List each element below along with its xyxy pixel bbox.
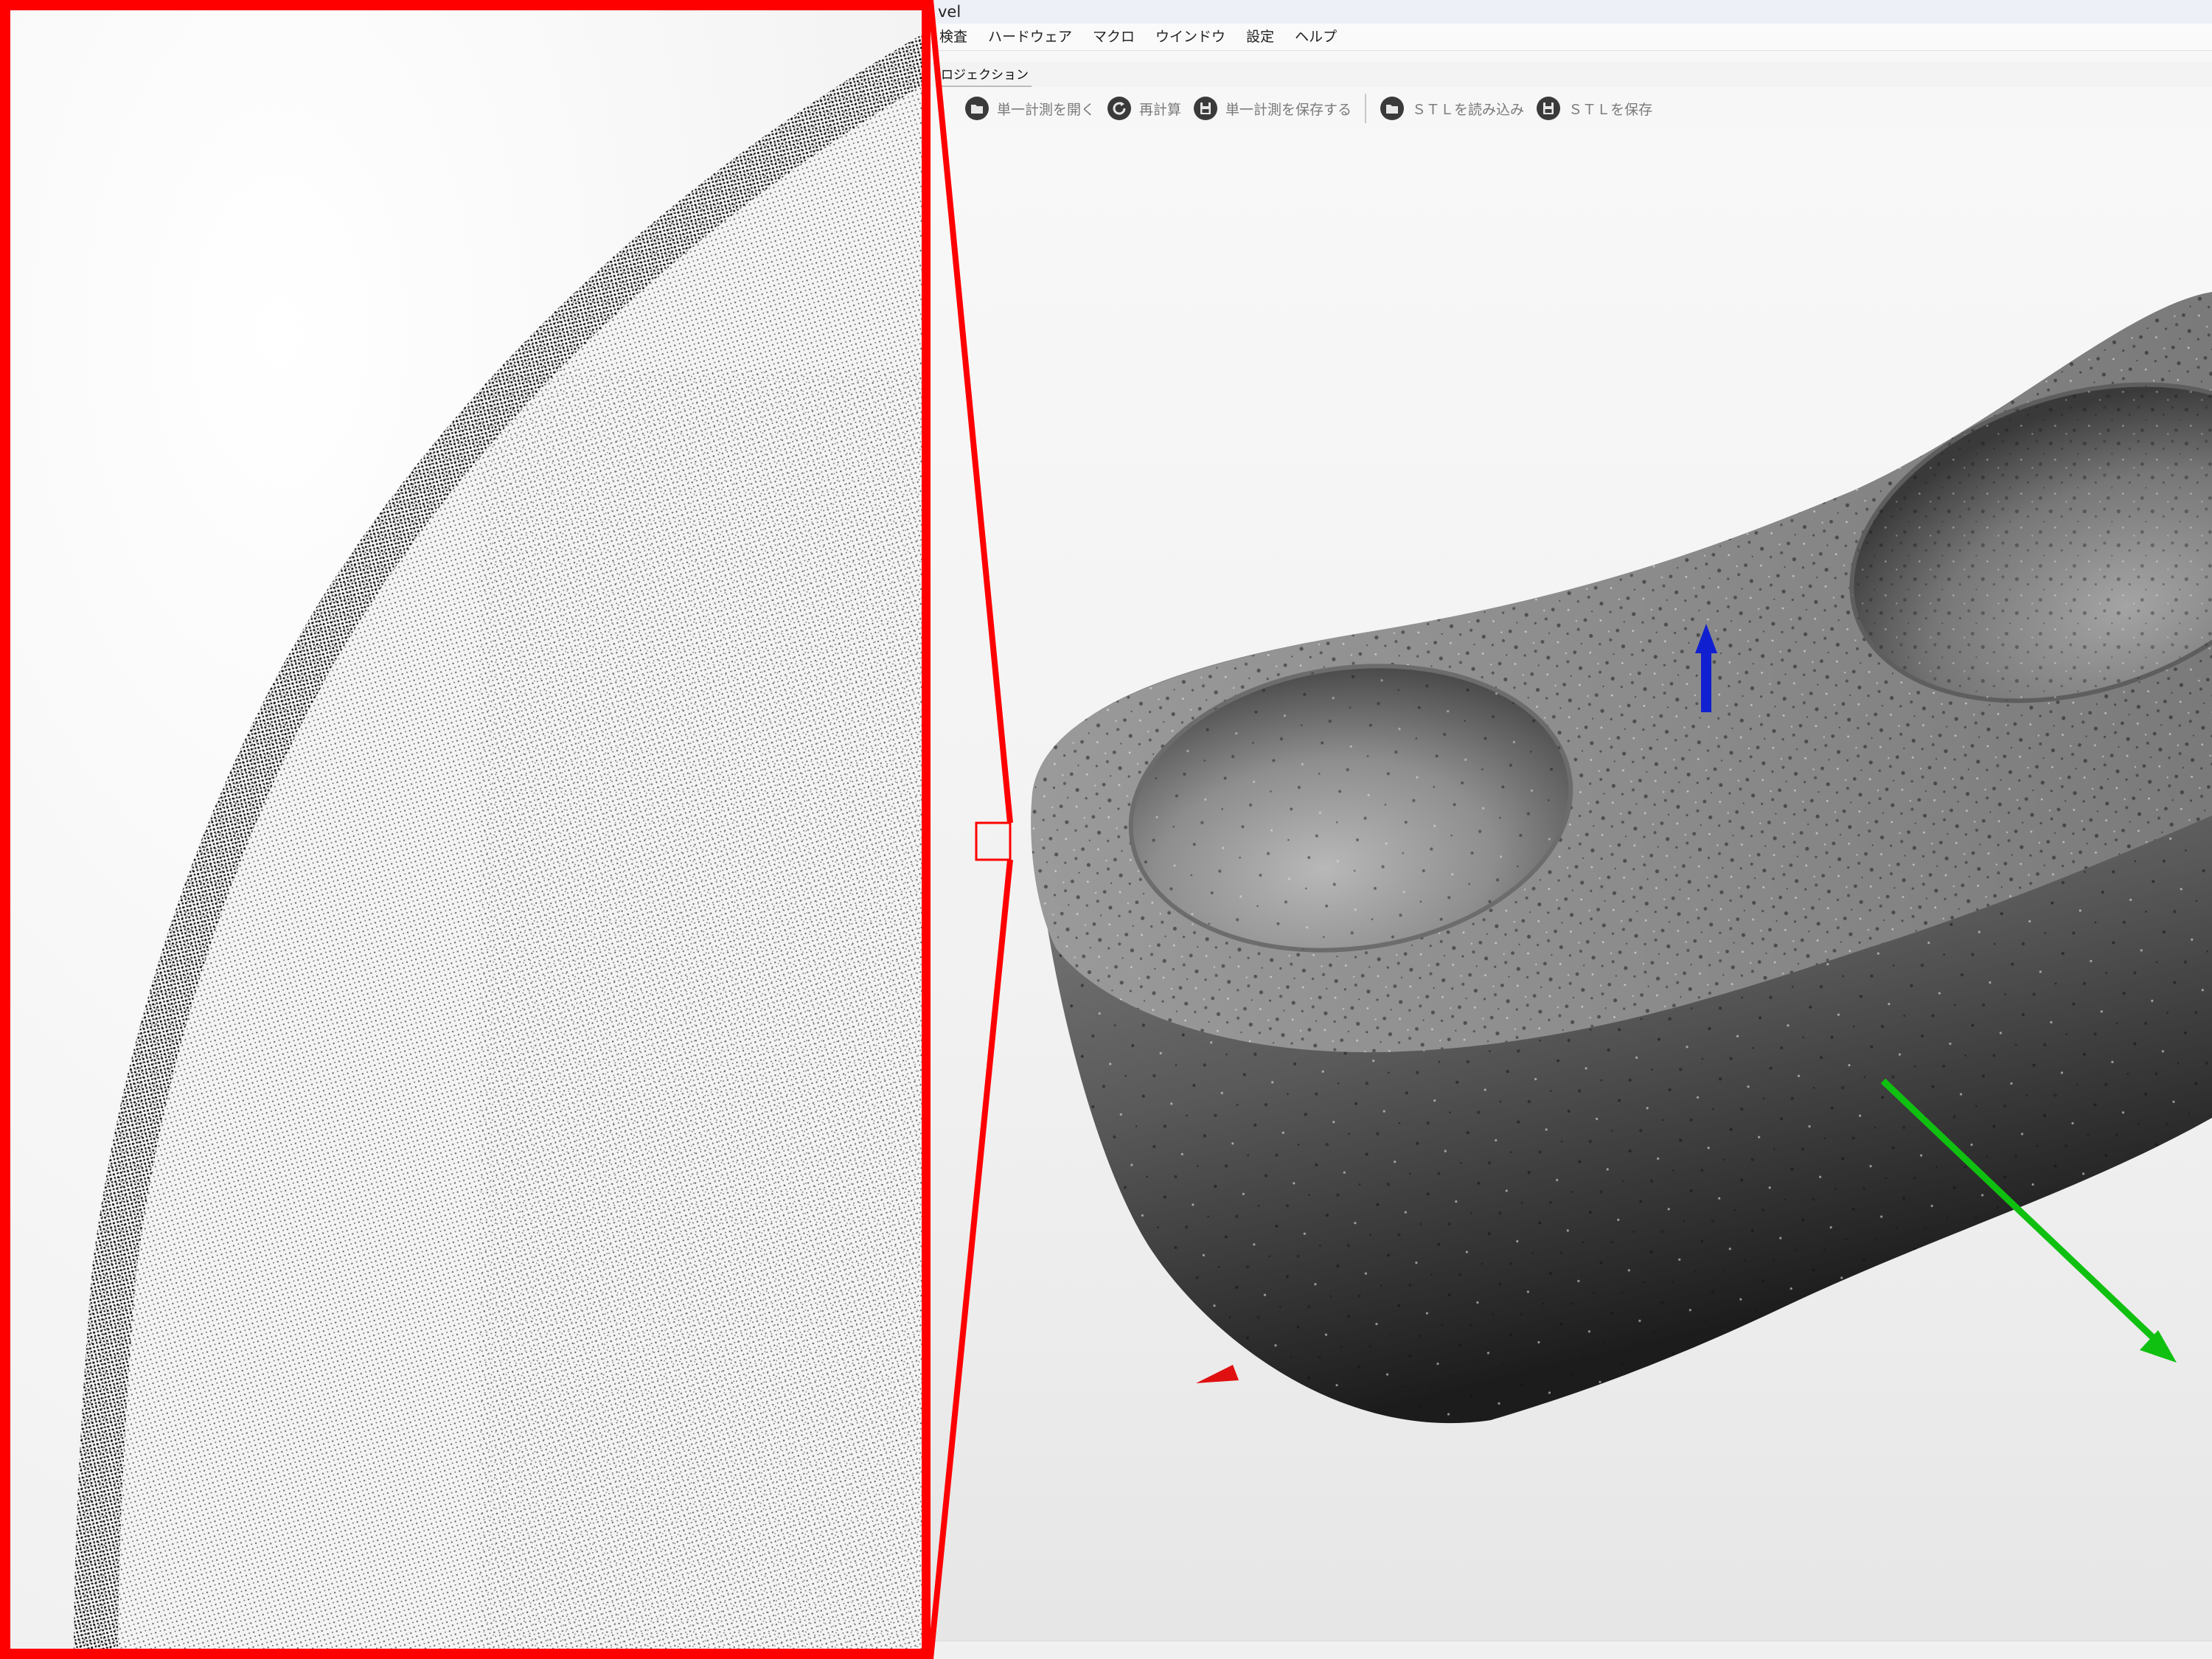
panel-tab-bar: ロジェクション: [931, 62, 2212, 88]
tab-projection[interactable]: ロジェクション: [938, 65, 1032, 87]
application-window: vel 検査 ハードウェア マクロ ウインドウ 設定 ヘルプ ロジェクション 単…: [931, 0, 2212, 1659]
title-bar: vel: [931, 0, 2212, 24]
save-stl-button[interactable]: ＳＴＬを保存: [1530, 92, 1658, 125]
zoom-inset: [0, 0, 931, 1659]
open-single-measurement-button[interactable]: 単一計測を開く: [959, 92, 1101, 125]
save-disk-icon: [1537, 97, 1561, 120]
open-single-measurement-label: 単一計測を開く: [997, 101, 1096, 118]
open-folder-icon: [1380, 97, 1405, 120]
save-single-measurement-button[interactable]: 単一計測を保存する: [1187, 92, 1357, 125]
status-bar: [931, 1641, 2212, 1659]
menu-macro[interactable]: マクロ: [1082, 24, 1145, 50]
toolbar: 単一計測を開く 再計算 単一計測を保存する ＳＴＬを読み込み ＳＴＬを保存: [931, 87, 2212, 131]
zoom-inset-canvas: [0, 0, 931, 1659]
window-title: vel: [938, 3, 961, 21]
recalculate-label: 再計算: [1139, 101, 1182, 118]
load-stl-button[interactable]: ＳＴＬを読み込み: [1374, 92, 1530, 125]
menu-window[interactable]: ウインドウ: [1145, 24, 1236, 50]
menu-hardware[interactable]: ハードウェア: [978, 24, 1082, 50]
menu-help[interactable]: ヘルプ: [1284, 24, 1347, 50]
toolbar-separator: [1365, 94, 1367, 123]
save-single-measurement-label: 単一計測を保存する: [1225, 101, 1352, 118]
save-disk-icon: [1194, 97, 1218, 120]
3d-viewport[interactable]: [931, 130, 2212, 1641]
menu-bar: 検査 ハードウェア マクロ ウインドウ 設定 ヘルプ: [931, 24, 2212, 51]
menu-inspection[interactable]: 検査: [931, 24, 978, 50]
recalculate-button[interactable]: 再計算: [1101, 92, 1187, 125]
menu-settings[interactable]: 設定: [1236, 24, 1284, 50]
recalculate-icon: [1107, 97, 1132, 120]
load-stl-label: ＳＴＬを読み込み: [1412, 101, 1525, 118]
scan-view-canvas: [931, 130, 2212, 1641]
save-stl-label: ＳＴＬを保存: [1568, 101, 1653, 118]
open-folder-icon: [965, 97, 989, 120]
